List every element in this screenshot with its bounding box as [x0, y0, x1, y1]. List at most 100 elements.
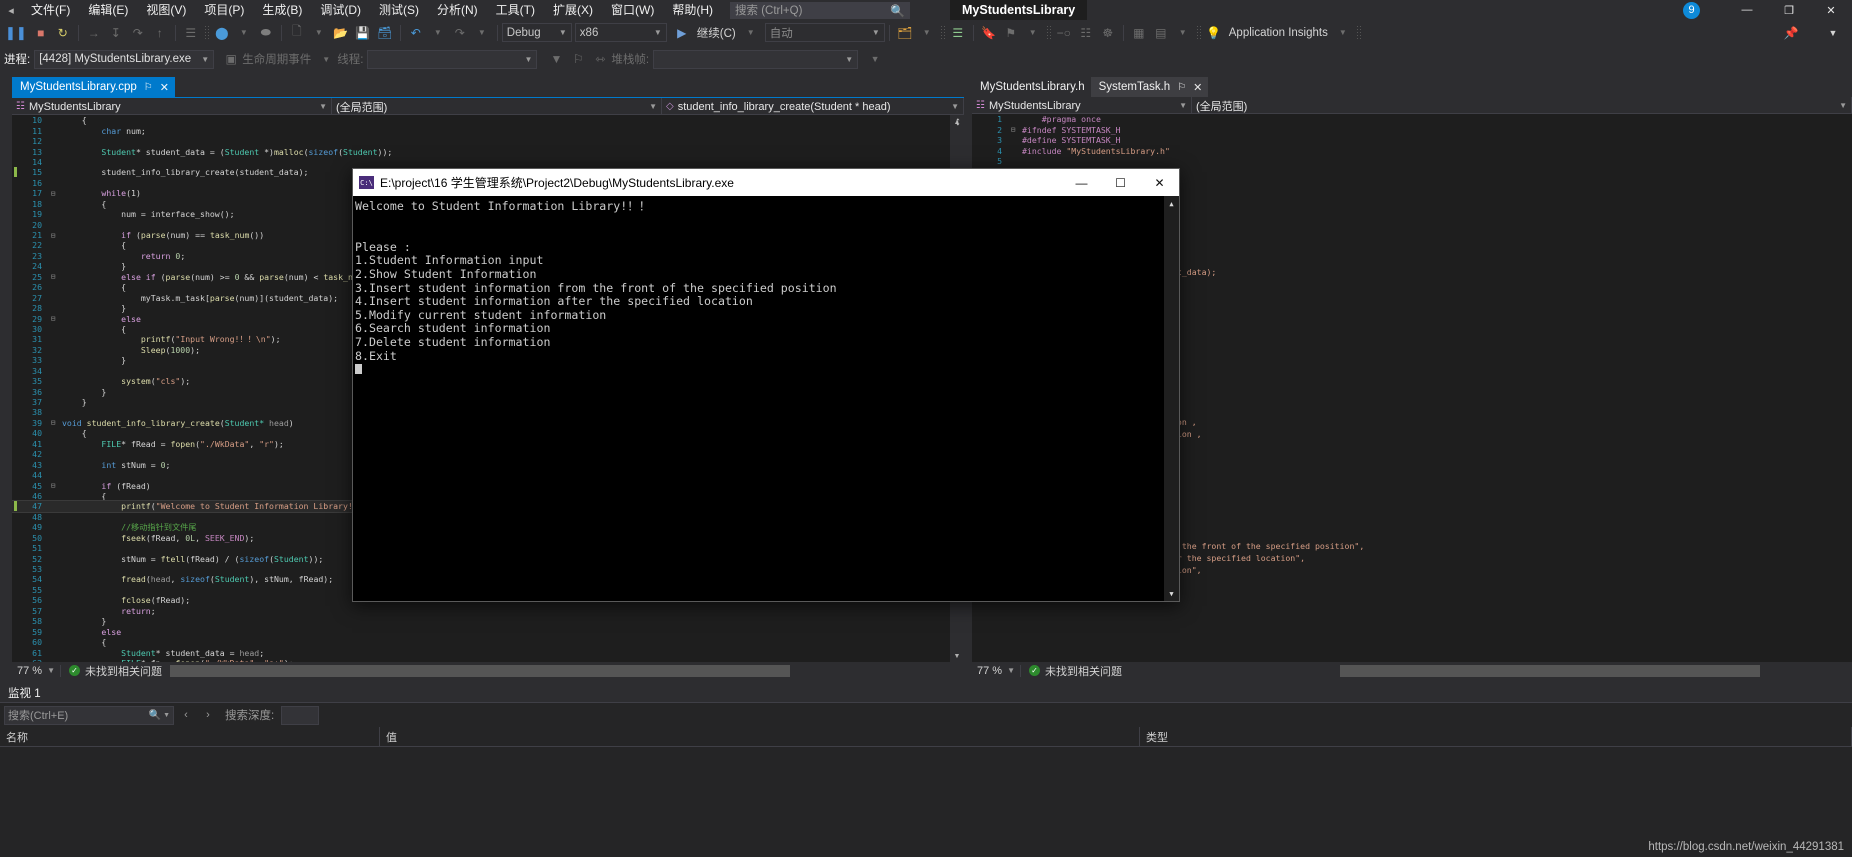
format-document-icon[interactable]: ☰: [947, 22, 969, 44]
close-icon-r[interactable]: ✕: [1193, 81, 1202, 94]
process-combo[interactable]: [4428] MyStudentsLibrary.exe ▼: [34, 49, 215, 69]
live-share-icon[interactable]: 🗂: [894, 22, 916, 44]
save-all-icon[interactable]: 🗃: [374, 22, 396, 44]
menu-window[interactable]: 窗口(W): [602, 0, 663, 20]
code-line[interactable]: 14: [12, 157, 964, 167]
console-scroll-down-icon[interactable]: ▼: [1164, 586, 1179, 601]
live-share-dropdown-icon[interactable]: ▼: [916, 22, 938, 44]
code-line[interactable]: 13 Student* student_data = (Student *)ma…: [12, 146, 964, 157]
console-scrollbar[interactable]: ▲ ▼: [1164, 196, 1179, 601]
left-zoom-control[interactable]: 77 % ▼: [12, 665, 60, 677]
continue-dropdown-icon[interactable]: ▼: [740, 22, 762, 44]
filter-icon[interactable]: ▼: [545, 48, 567, 70]
toolbar-overflow-icon[interactable]: ▼: [1822, 22, 1844, 44]
maximize-button[interactable]: ❐: [1768, 0, 1810, 20]
solution-config-combo[interactable]: Debug ▼: [501, 23, 572, 42]
transpose-icon[interactable]: ⇿: [589, 48, 611, 70]
application-insights-label[interactable]: Application Insights: [1225, 27, 1332, 39]
tab-mystudentslibrary-h[interactable]: MyStudentsLibrary.h: [972, 77, 1091, 97]
open-file-icon[interactable]: 📂: [330, 22, 352, 44]
fold-toggle-icon[interactable]: ⊟: [46, 418, 60, 427]
console-minimize-button[interactable]: —: [1062, 169, 1101, 196]
menu-analyze[interactable]: 分析(N): [428, 0, 487, 20]
breakpoint-toggle-icon[interactable]: ⬤: [211, 22, 233, 44]
object-browser-icon[interactable]: ☸: [1097, 22, 1119, 44]
bookmark-icon[interactable]: 🔖: [978, 22, 1000, 44]
menu-extensions[interactable]: 扩展(X): [544, 0, 602, 20]
chevron-down-icon-watch[interactable]: ▼: [163, 712, 170, 719]
console-window[interactable]: C:\ E:\project\16 学生管理系统\Project2\Debug\…: [352, 168, 1180, 602]
menu-edit[interactable]: 编辑(E): [79, 0, 137, 20]
watch-next-button[interactable]: ›: [198, 705, 218, 725]
close-icon[interactable]: ✕: [160, 81, 169, 94]
toolbox-icon[interactable]: ▦: [1128, 22, 1150, 44]
close-button[interactable]: ✕: [1810, 0, 1852, 20]
tab-systemtask-h[interactable]: SystemTask.h ⚐ ✕: [1090, 77, 1209, 97]
code-line[interactable]: 61 Student* student_data = head;: [12, 647, 964, 658]
code-line[interactable]: 12: [12, 136, 964, 146]
watch-search-input[interactable]: 搜索(Ctrl+E) 🔍 ▼: [4, 705, 174, 725]
toggle-outlining-icon[interactable]: −○: [1053, 22, 1075, 44]
code-line[interactable]: 11 char num;: [12, 125, 964, 136]
code-line[interactable]: 58 }: [12, 616, 964, 626]
code-line[interactable]: 1 #pragma once: [972, 114, 1852, 124]
fold-toggle-icon[interactable]: ⊟: [46, 272, 60, 281]
debug-target-combo[interactable]: 自动 ▼: [764, 23, 885, 42]
thread-combo[interactable]: ▼: [367, 49, 538, 69]
menu-tools[interactable]: 工具(T): [487, 0, 544, 20]
properties-dropdown-icon[interactable]: ▼: [1172, 22, 1194, 44]
fold-toggle-icon[interactable]: ⊟: [46, 481, 60, 490]
pause-icon[interactable]: ❚❚: [2, 22, 30, 44]
new-file-icon[interactable]: 🗋: [286, 22, 308, 44]
pin-toolbar-icon[interactable]: 📌: [1780, 22, 1802, 44]
code-line[interactable]: 4 #include "MyStudentsLibrary.h": [972, 145, 1852, 156]
toolbar-grip[interactable]: [203, 24, 209, 41]
step-up-icon[interactable]: ↑: [149, 22, 171, 44]
show-next-statement-icon[interactable]: ☰: [180, 22, 202, 44]
console-close-button[interactable]: ✕: [1140, 169, 1179, 196]
lifecycle-dropdown-icon[interactable]: ▼: [315, 48, 337, 70]
toolbar-grip-4[interactable]: [1195, 24, 1201, 41]
code-line[interactable]: 2 ⊟ #ifndef SYSTEMTASK_H: [972, 124, 1852, 135]
console-output[interactable]: Welcome to Student Information Library!！…: [353, 196, 1179, 601]
watch-depth-stepper[interactable]: [281, 705, 320, 725]
global-search-input[interactable]: 搜索 (Ctrl+Q) 🔍: [730, 1, 910, 19]
menu-help[interactable]: 帮助(H): [663, 0, 722, 20]
restart-icon[interactable]: ↻: [52, 22, 74, 44]
magnifier-icon[interactable]: 🔍: [149, 710, 161, 721]
right-nav-scope-combo[interactable]: (全局范围) ▼: [1192, 97, 1852, 114]
code-line[interactable]: 59 else: [12, 626, 964, 637]
menu-project[interactable]: 项目(P): [195, 0, 253, 20]
menu-build[interactable]: 生成(B): [253, 0, 311, 20]
redo-dropdown-icon[interactable]: ▼: [471, 22, 493, 44]
watch-panel-header[interactable]: 监视 1: [0, 684, 1852, 702]
fold-toggle-icon[interactable]: ⊟: [1006, 125, 1020, 134]
step-into-icon[interactable]: ↧: [105, 22, 127, 44]
save-icon[interactable]: 💾: [352, 22, 374, 44]
console-scroll-up-icon[interactable]: ▲: [1164, 196, 1179, 211]
app-insights-dropdown-icon[interactable]: ▼: [1332, 22, 1354, 44]
code-line[interactable]: 5: [972, 156, 1852, 166]
left-nav-scope-combo[interactable]: (全局范围) ▼: [332, 98, 662, 115]
left-hscroll-thumb[interactable]: [170, 664, 790, 677]
menu-debug[interactable]: 调试(D): [311, 0, 370, 20]
account-avatar[interactable]: 9: [1683, 1, 1700, 19]
menu-file[interactable]: 文件(F): [22, 0, 79, 20]
next-bookmark-icon[interactable]: ⚑: [1000, 22, 1022, 44]
breakpoint-dropdown-icon[interactable]: ▼: [233, 22, 255, 44]
lifecycle-events-icon[interactable]: ▣: [220, 48, 242, 70]
right-nav-project-combo[interactable]: ☷ MyStudentsLibrary ▼: [972, 97, 1192, 114]
editor-splitter-handle[interactable]: ↕: [950, 113, 966, 129]
pin-icon-r[interactable]: ⚐: [1177, 82, 1186, 93]
undo-dropdown-icon[interactable]: ▼: [427, 22, 449, 44]
properties-window-icon[interactable]: ▤: [1150, 22, 1172, 44]
disable-breakpoints-icon[interactable]: ⬬: [255, 22, 277, 44]
code-line[interactable]: 60 {: [12, 637, 964, 647]
location-overflow-icon[interactable]: ▼: [864, 48, 886, 70]
left-nav-project-combo[interactable]: ☷ MyStudentsLibrary ▼: [12, 98, 332, 115]
watch-col-name[interactable]: 名称: [0, 727, 380, 746]
toolbar-grip-5[interactable]: [1355, 24, 1361, 41]
vs-back-icon[interactable]: ◂: [0, 0, 22, 20]
fold-toggle-icon[interactable]: ⊟: [46, 314, 60, 323]
code-line[interactable]: 57 return;: [12, 606, 964, 616]
